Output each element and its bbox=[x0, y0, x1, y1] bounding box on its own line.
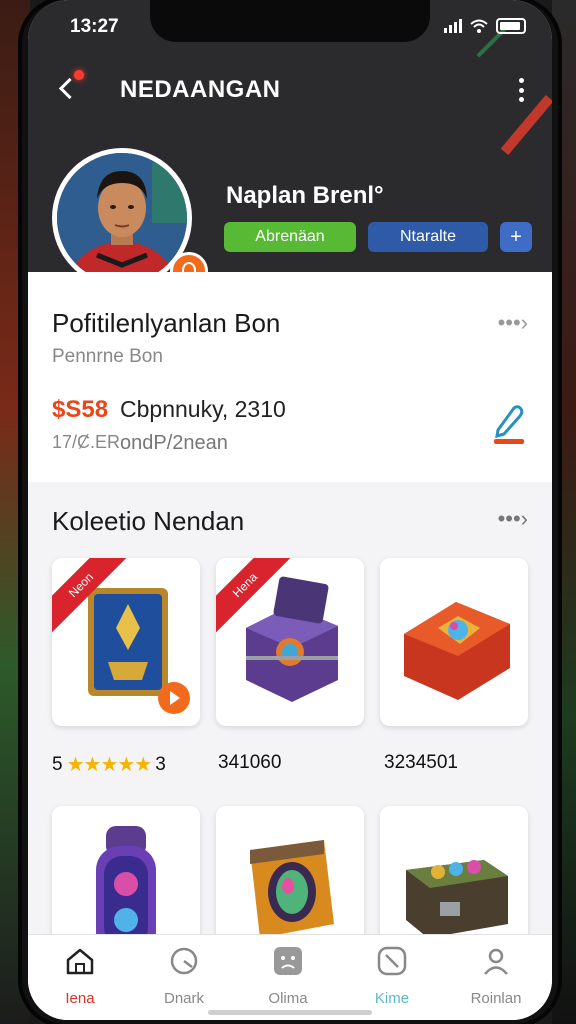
item-value: 341060 bbox=[218, 752, 282, 773]
signal-icon bbox=[444, 19, 462, 33]
compass-icon bbox=[377, 946, 407, 976]
add-button[interactable]: + bbox=[500, 222, 532, 252]
phone-frame: 13:27 NEDAANGAN Naplan Brenl° Abrenäan N… bbox=[22, 0, 558, 1024]
rating-row: 5 ★★★★★ 3 bbox=[52, 752, 166, 777]
tab-label: Iena bbox=[65, 990, 95, 1007]
camera-badge-icon[interactable] bbox=[170, 252, 208, 272]
profile-card: Pofitilenlyanlan Bon •••› Pennrne Bon $S… bbox=[28, 272, 552, 482]
count-label: Cbpnnuky, 2310 bbox=[120, 396, 286, 422]
collection-section: Koleetio Nendan •••› Neon Hena 5 ★★★★★ 3… bbox=[28, 482, 552, 974]
bottom-tab-bar: Iena Dnark Olima Kime Roinlan bbox=[28, 934, 552, 1020]
stars-icon: ★★★★★ bbox=[66, 754, 153, 776]
item-value: 3234501 bbox=[384, 752, 458, 773]
edit-icon[interactable] bbox=[492, 402, 526, 446]
clock-icon bbox=[170, 947, 198, 975]
profile-header: 13:27 NEDAANGAN Naplan Brenl° Abrenäan N… bbox=[28, 0, 552, 272]
status-icons bbox=[444, 18, 526, 34]
user-icon bbox=[484, 948, 508, 975]
avatar-image bbox=[57, 153, 187, 272]
more-options-icon[interactable] bbox=[516, 78, 526, 102]
profile-card-subtitle: Pennrne Bon bbox=[52, 346, 163, 367]
face-icon bbox=[274, 947, 302, 975]
tab-label: Kime bbox=[374, 990, 410, 1007]
play-icon[interactable] bbox=[158, 682, 190, 714]
tab-home[interactable]: Iena bbox=[28, 945, 132, 1007]
tab-label: Dnark bbox=[163, 990, 204, 1007]
gem-box-icon bbox=[404, 602, 510, 700]
primary-action-button[interactable]: Abrenäan bbox=[224, 222, 356, 252]
player-name: Naplan Brenl° bbox=[226, 182, 384, 209]
home-icon bbox=[66, 948, 94, 975]
camera-notch bbox=[150, 0, 430, 42]
battery-icon bbox=[496, 18, 526, 34]
decor-stripe bbox=[500, 94, 552, 156]
secondary-action-button[interactable]: Ntaralte bbox=[368, 222, 488, 252]
collection-item[interactable] bbox=[380, 558, 528, 726]
collection-item[interactable]: Neon bbox=[52, 558, 200, 726]
rating-suffix: 3 bbox=[155, 753, 166, 775]
tab-label: Olima bbox=[268, 990, 308, 1007]
avatar[interactable] bbox=[52, 148, 208, 272]
rating-prefix: 5 bbox=[52, 753, 63, 775]
stat-left: 17/Ȼ.ER bbox=[52, 432, 121, 452]
wifi-icon bbox=[470, 19, 488, 33]
home-indicator[interactable] bbox=[208, 1010, 372, 1015]
tab-kime[interactable]: Kime bbox=[340, 945, 444, 1007]
price-value: $S58 bbox=[52, 396, 109, 423]
status-time: 13:27 bbox=[70, 16, 119, 37]
tab-olima[interactable]: Olima bbox=[236, 945, 340, 1007]
profile-card-title: Pofitilenlyanlan Bon bbox=[52, 308, 281, 338]
stat-right: ondP/2nean bbox=[120, 432, 228, 454]
profile-card-arrow-icon[interactable]: •••› bbox=[498, 310, 528, 336]
tab-dnark[interactable]: Dnark bbox=[132, 945, 236, 1007]
notification-dot bbox=[74, 70, 84, 80]
page-title: NEDAANGAN bbox=[120, 76, 281, 103]
tab-roinlan[interactable]: Roinlan bbox=[444, 945, 548, 1007]
screen: 13:27 NEDAANGAN Naplan Brenl° Abrenäan N… bbox=[28, 0, 552, 1020]
collection-more-icon[interactable]: •••› bbox=[498, 506, 528, 532]
tab-label: Roinlan bbox=[470, 990, 522, 1007]
collection-item[interactable]: Hena bbox=[216, 558, 364, 726]
collection-title: Koleetio Nendan bbox=[52, 506, 245, 536]
